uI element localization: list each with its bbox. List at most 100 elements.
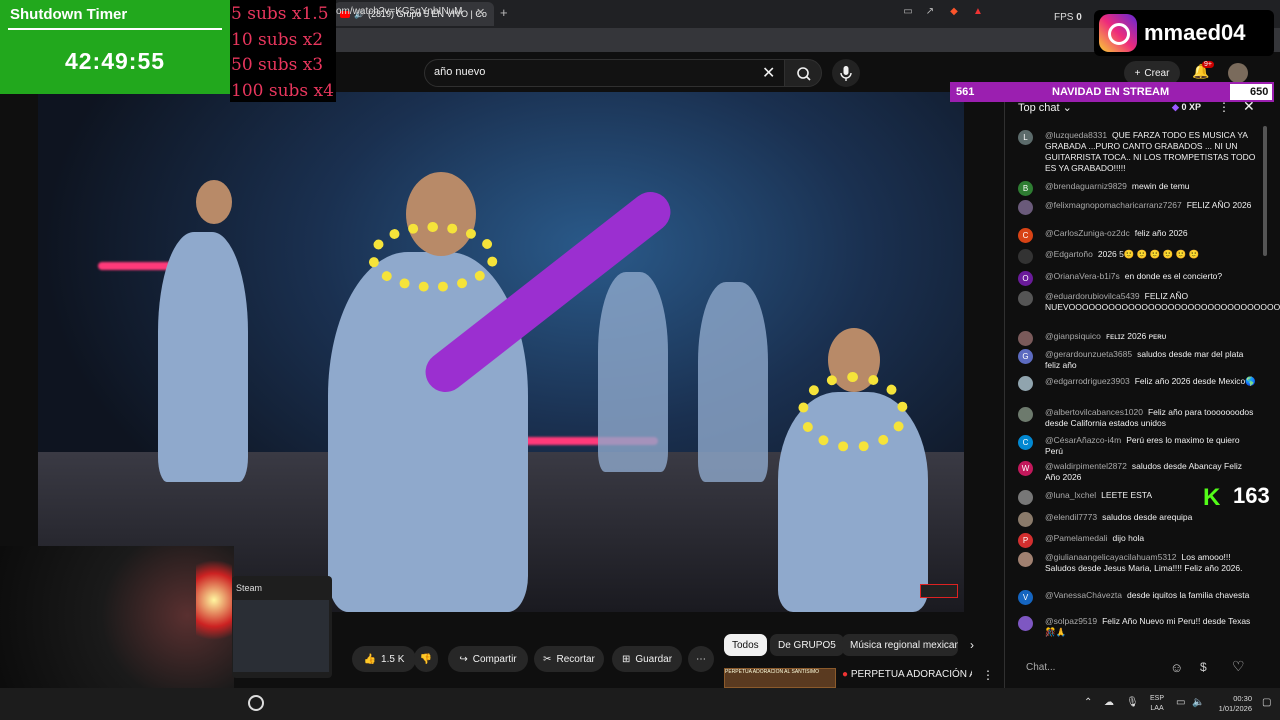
chat-message-body: @elendil7773 saludos desde arequipa [1045, 512, 1258, 523]
chat-author[interactable]: @eduardorubiovilca5439 [1045, 291, 1140, 301]
network-icon[interactable]: ▭ [1176, 697, 1185, 708]
chat-message-body: @VanessaChávezta desde iquitos la familia… [1045, 590, 1258, 601]
microphone-tray-icon[interactable]: 🎙 [1126, 697, 1139, 708]
chat-author[interactable]: @elendil7773 [1045, 512, 1097, 522]
steam-window-thumbnail[interactable] [233, 600, 329, 672]
chat-author[interactable]: @brendaguarniz9829 [1045, 181, 1127, 191]
chip-from-grupo5[interactable]: De GRUPO5 [770, 634, 844, 656]
chat-input[interactable]: Chat... [1018, 656, 1168, 680]
chat-author[interactable]: @Pamelamedali [1045, 533, 1108, 543]
search-button[interactable] [784, 59, 822, 87]
microphone-icon [840, 66, 852, 81]
chat-avatar[interactable]: C [1018, 435, 1033, 450]
subs-line: 50 subs x3 [231, 55, 324, 75]
share-button[interactable]: ↪ Compartir [448, 646, 528, 672]
chat-avatar[interactable] [1018, 376, 1033, 391]
chip-regional-mexican[interactable]: Música regional mexican [842, 634, 958, 656]
emoji-icon[interactable]: ☺ [1170, 660, 1183, 675]
video-player[interactable] [38, 92, 964, 612]
heart-icon[interactable]: ♡ [1232, 658, 1245, 675]
clock-date: 1/01/2026 [1218, 704, 1252, 713]
more-actions-button[interactable]: ⋯ [688, 646, 714, 672]
chat-avatar[interactable] [1018, 616, 1033, 631]
chat-author[interactable]: @CarlosZuniga-oz2dc [1045, 228, 1130, 238]
chat-message-body: @felixmagnopomacharicarranz7267 FELIZ AÑO… [1045, 200, 1258, 211]
recommendation-menu-icon[interactable]: ⋮ [982, 668, 994, 682]
chat-avatar[interactable] [1018, 552, 1033, 567]
taskbar-app-icon[interactable] [248, 695, 264, 711]
recommendation-thumbnail[interactable]: PERPETUA ADORACIÓN AL SANTÍSIMO [724, 668, 836, 688]
url-field[interactable]: om/watch?v=KG5qYnbINuM [336, 6, 462, 17]
goal-target: 650 [1250, 86, 1269, 98]
chat-author[interactable]: @gianpsiquico [1045, 331, 1101, 341]
brave-shield-icon[interactable]: ◆ [948, 6, 960, 18]
chat-author[interactable]: @solpaz9519 [1045, 616, 1097, 626]
chat-scrollbar[interactable] [1263, 126, 1267, 256]
chat-text: dijo hola [1112, 533, 1145, 543]
chat-author[interactable]: @giulianaangelicayacilahuam5312 [1045, 552, 1177, 562]
save-label: Guardar [635, 653, 673, 665]
chat-avatar[interactable] [1018, 200, 1033, 215]
chip-all[interactable]: Todos [724, 634, 767, 656]
voice-search-button[interactable] [832, 59, 860, 87]
like-button[interactable]: 👍 1.5 K [352, 646, 416, 672]
save-button[interactable]: ⊞ Guardar [612, 646, 682, 672]
chat-avatar[interactable]: O [1018, 271, 1033, 286]
chat-avatar[interactable]: B [1018, 181, 1033, 196]
language-indicator[interactable]: ESP LAA [1150, 694, 1164, 714]
chat-message: @felixmagnopomacharicarranz7267 FELIZ AÑO… [1018, 200, 1258, 215]
chat-avatar[interactable]: G [1018, 349, 1033, 364]
lang-line2: LAA [1150, 705, 1164, 712]
chat-author[interactable]: @VanessaChávezta [1045, 590, 1122, 600]
chat-mode-dropdown[interactable]: Top chat ⌄ [1018, 101, 1072, 114]
new-tab-icon[interactable]: + [500, 5, 508, 20]
lang-line1: ESP [1150, 695, 1165, 702]
chat-avatar[interactable] [1018, 249, 1033, 264]
chat-author[interactable]: @CésarAñazco-i4m [1045, 435, 1121, 445]
chat-author[interactable]: @luzqueda8331 [1045, 130, 1107, 140]
clear-search-icon[interactable]: ✕ [762, 63, 775, 83]
chat-avatar[interactable]: W [1018, 461, 1033, 476]
taskbar-clock[interactable]: 00:30 1/01/2026 [1212, 694, 1252, 714]
chat-avatar[interactable] [1018, 291, 1033, 306]
chat-author[interactable]: @gerardounzueta3685 [1045, 349, 1132, 359]
install-icon[interactable]: ▭ [902, 6, 914, 18]
chat-avatar[interactable]: P [1018, 533, 1033, 548]
notification-center-icon[interactable]: ▢ [1262, 697, 1271, 708]
chat-text: mewin de temu [1131, 181, 1190, 191]
chat-author[interactable]: @waldirpimentel2872 [1045, 461, 1127, 471]
chat-author[interactable]: @felixmagnopomacharicarranz7267 [1045, 200, 1182, 210]
chat-message: G @gerardounzueta3685 saludos desde mar de… [1018, 349, 1258, 371]
extension-icon[interactable]: ▲ [972, 6, 984, 18]
chat-avatar[interactable] [1018, 331, 1033, 346]
chat-author[interactable]: @luna_lxchel [1045, 490, 1096, 500]
recommendation-title[interactable]: ● PERPETUA ADORACIÓN AO SANTÍSSIMO COM F… [842, 668, 972, 681]
chat-message-body: @Edgartoño 2026 5🙂 🙂 🙂 🙂 🙂 🙂 [1045, 249, 1258, 260]
chat-author[interactable]: @Edgartoño [1045, 249, 1093, 259]
super-chat-icon[interactable]: $ [1200, 660, 1207, 674]
tab-close-icon[interactable]: ✕ [476, 6, 485, 19]
volume-icon[interactable]: 🔈 [1192, 697, 1204, 708]
chat-author[interactable]: @edgarrodriguez3903 [1045, 376, 1130, 386]
clip-button[interactable]: ✂ Recortar [534, 646, 604, 672]
cloud-icon[interactable]: ☁ [1104, 697, 1114, 708]
chat-avatar[interactable]: V [1018, 590, 1033, 605]
chevron-right-icon[interactable]: › [970, 638, 974, 652]
user-avatar[interactable] [1228, 63, 1248, 83]
dislike-button[interactable]: 👎 [414, 646, 438, 672]
chat-avatar[interactable]: L [1018, 130, 1033, 145]
like-count: 1.5 K [381, 653, 405, 665]
chat-avatar[interactable] [1018, 407, 1033, 422]
chat-message-body: @albertovilcabances1020 Feliz año para to… [1045, 407, 1258, 429]
share-page-icon[interactable]: ↗ [924, 6, 936, 18]
chat-menu-icon[interactable]: ⋮ [1218, 100, 1230, 114]
chat-author[interactable]: @albertovilcabances1020 [1045, 407, 1143, 417]
chat-avatar[interactable] [1018, 512, 1033, 527]
chat-author[interactable]: @OrianaVera-b1i7s [1045, 271, 1120, 281]
tray-chevron-icon[interactable]: ⌃ [1084, 697, 1092, 708]
chat-text: desde iquitos la familia chavesta [1127, 590, 1250, 600]
chat-avatar[interactable]: C [1018, 228, 1033, 243]
chat-message: V @VanessaChávezta desde iquitos la famili… [1018, 590, 1258, 605]
chat-avatar[interactable] [1018, 490, 1033, 505]
trumpeter [698, 282, 768, 482]
